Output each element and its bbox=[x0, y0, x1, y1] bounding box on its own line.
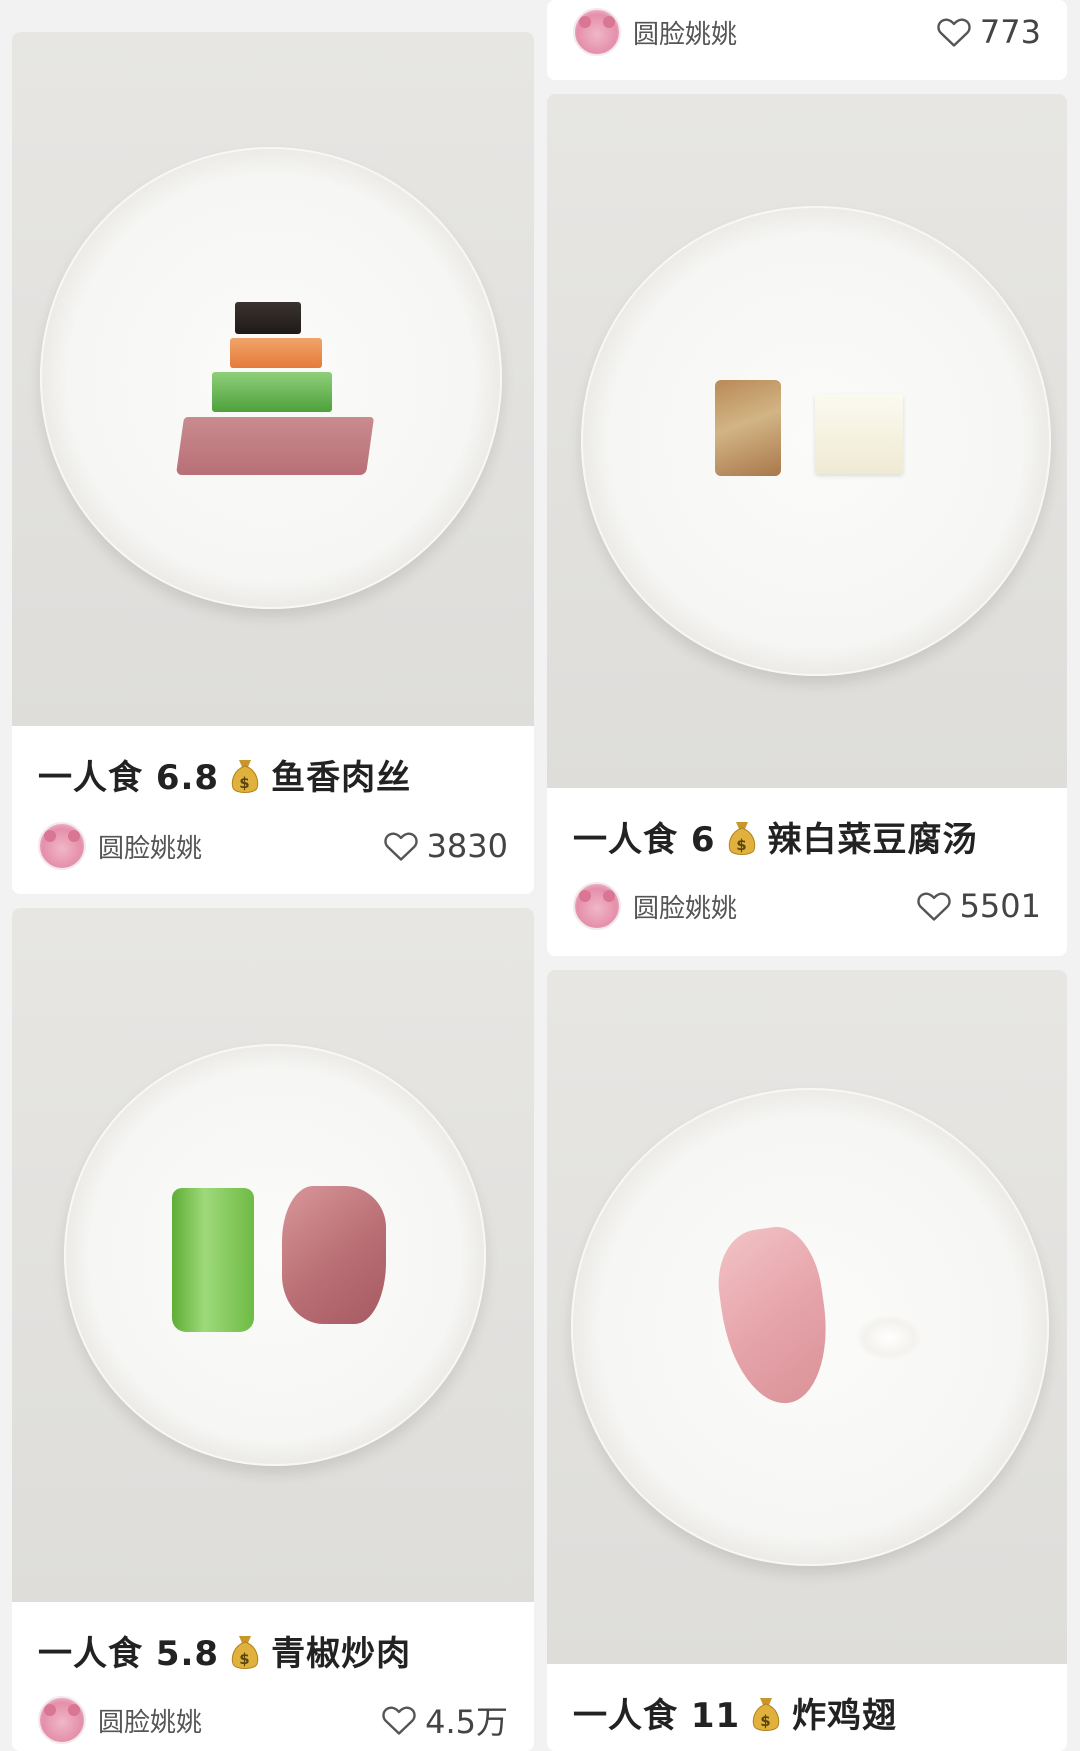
dish-photo[interactable] bbox=[547, 970, 1067, 1664]
svg-text:$: $ bbox=[736, 836, 747, 854]
author-info[interactable]: 圆脸姚姚 bbox=[573, 8, 737, 56]
avatar[interactable] bbox=[573, 8, 621, 56]
money-bag-icon: $ bbox=[229, 756, 261, 794]
heart-outline-icon bbox=[916, 889, 952, 923]
money-bag-icon: $ bbox=[750, 1694, 782, 1732]
feed-card-partial-top[interactable]: 圆脸姚姚 773 bbox=[547, 0, 1067, 80]
title-prefix: 一人食 5.8 bbox=[38, 1634, 220, 1674]
pork-strips-image bbox=[175, 417, 375, 475]
author-info[interactable]: 圆脸姚姚 bbox=[573, 882, 737, 930]
green-pepper-image bbox=[172, 1188, 254, 1332]
feed-card[interactable]: 一人食 6.8 $ 鱼香肉丝 圆脸姚姚 3830 bbox=[12, 32, 534, 894]
like-count: 3830 bbox=[426, 827, 508, 865]
avatar[interactable] bbox=[573, 882, 621, 930]
card-meta: 圆脸姚姚 773 bbox=[573, 6, 1041, 58]
title-prefix: 一人食 11 bbox=[573, 1696, 741, 1736]
avatar[interactable] bbox=[38, 822, 86, 870]
author-name: 圆脸姚姚 bbox=[98, 833, 203, 864]
like-button[interactable]: 5501 bbox=[916, 887, 1041, 925]
svg-text:$: $ bbox=[239, 774, 250, 792]
dish-photo[interactable] bbox=[12, 908, 534, 1602]
dish-name: 辣白菜豆腐汤 bbox=[767, 820, 978, 860]
dish-name: 炸鸡翅 bbox=[792, 1696, 898, 1736]
author-name: 圆脸姚姚 bbox=[633, 19, 738, 50]
dish-name: 青椒炒肉 bbox=[271, 1634, 412, 1674]
title-prefix: 一人食 6 bbox=[573, 820, 716, 860]
like-button[interactable]: 3830 bbox=[383, 827, 508, 865]
author-name: 圆脸姚姚 bbox=[98, 1707, 203, 1738]
feed-card[interactable]: 一人食 6 $ 辣白菜豆腐汤 圆脸姚姚 5501 bbox=[547, 94, 1067, 956]
heart-outline-icon bbox=[936, 15, 972, 49]
plate-image bbox=[64, 1044, 486, 1466]
author-name: 圆脸姚姚 bbox=[633, 893, 738, 924]
feed-card[interactable]: 一人食 11 $ 炸鸡翅 bbox=[547, 970, 1067, 1751]
svg-text:$: $ bbox=[760, 1712, 771, 1730]
like-button[interactable]: 773 bbox=[936, 13, 1041, 51]
dish-name: 鱼香肉丝 bbox=[271, 758, 412, 798]
dish-photo[interactable] bbox=[12, 32, 534, 726]
heart-outline-icon bbox=[381, 1703, 417, 1737]
like-count: 773 bbox=[979, 13, 1041, 51]
card-title: 一人食 6 $ 辣白菜豆腐汤 bbox=[573, 812, 1057, 861]
starch-powder-image bbox=[857, 1316, 921, 1360]
like-count: 4.5万 bbox=[425, 1703, 508, 1741]
heart-outline-icon bbox=[383, 829, 419, 863]
fungus-strips-image bbox=[235, 302, 301, 334]
author-info[interactable]: 圆脸姚姚 bbox=[38, 822, 202, 870]
title-prefix: 一人食 6.8 bbox=[38, 758, 220, 798]
card-meta: 圆脸姚姚 4.5万 bbox=[38, 1694, 508, 1746]
like-count: 5501 bbox=[959, 887, 1041, 925]
like-button[interactable]: 4.5万 bbox=[381, 1697, 508, 1743]
green-pepper-strips-image bbox=[212, 372, 332, 412]
dish-photo[interactable] bbox=[547, 94, 1067, 788]
card-meta: 圆脸姚姚 3830 bbox=[38, 820, 508, 872]
carrot-strips-image bbox=[230, 338, 322, 368]
tofu-image bbox=[815, 394, 903, 474]
svg-text:$: $ bbox=[239, 1650, 250, 1668]
card-meta: 圆脸姚姚 5501 bbox=[573, 880, 1041, 932]
avatar[interactable] bbox=[38, 1696, 86, 1744]
money-bag-icon: $ bbox=[229, 1632, 261, 1670]
card-title: 一人食 11 $ 炸鸡翅 bbox=[573, 1688, 1057, 1737]
fried-tofu-image bbox=[715, 380, 781, 476]
card-title: 一人食 5.8 $ 青椒炒肉 bbox=[38, 1626, 524, 1675]
author-info[interactable]: 圆脸姚姚 bbox=[38, 1696, 202, 1744]
card-title: 一人食 6.8 $ 鱼香肉丝 bbox=[38, 750, 524, 799]
pork-slice-image bbox=[282, 1186, 386, 1324]
money-bag-icon: $ bbox=[726, 818, 758, 856]
feed-card[interactable]: 一人食 5.8 $ 青椒炒肉 圆脸姚姚 4.5万 bbox=[12, 908, 534, 1751]
